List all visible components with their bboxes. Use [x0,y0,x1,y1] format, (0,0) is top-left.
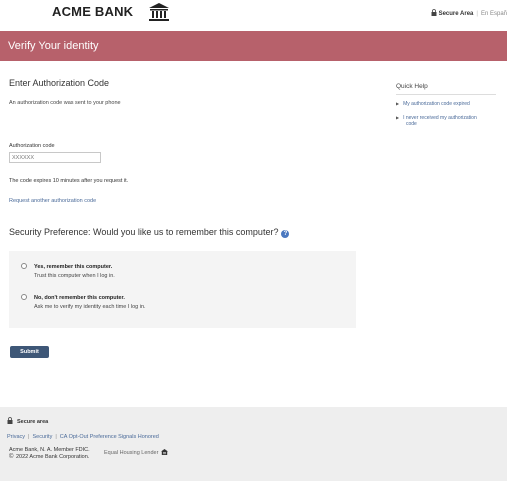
equal-housing-label: Equal Housing Lender [104,450,159,456]
auth-code-label: Authorization code [9,143,55,149]
quick-help-title: Quick Help [396,83,428,90]
triangle-right-icon: ▶ [396,115,400,120]
code-sent-message: An authorization code was sent to your p… [9,100,121,106]
page-banner: Verify Your identity [0,31,507,61]
dont-remember-option-title: No, don't remember this computer. [34,295,125,301]
lock-icon [431,9,437,16]
footer-divider: | [55,434,57,440]
security-preference-question: Security Preference: Would you like us t… [9,227,290,238]
remember-computer-radio[interactable] [21,263,27,269]
header-divider: | [476,11,478,17]
security-question-text: Security Preference: Would you like us t… [9,227,279,237]
help-link-never-received[interactable]: ▶ I never received my authorization code [396,115,477,127]
quick-help-divider [396,94,496,95]
member-fdic-text: Acme Bank, N. A. Member FDIC. [9,447,90,453]
auth-heading: Enter Authorization Code [9,78,110,88]
remember-option-title: Yes, remember this computer. [34,264,113,270]
top-header: ACME BANK Secure Area | En Españ [0,0,507,29]
help-link-label: My authorization code expired [403,101,470,107]
copyright-symbol: © [9,454,14,460]
question-mark-icon[interactable]: ? [281,230,290,238]
help-link-code-expired[interactable]: ▶ My authorization code expired [396,101,470,107]
header-utility: Secure Area | En Españ [431,9,507,17]
footer-links: Privacy | Security | CA Opt-Out Preference S… [7,434,159,440]
remember-option-description: Trust this computer when I log in. [34,273,115,279]
footer-secure-area: Secure area [7,417,48,425]
dont-remember-option-description: Ask me to verify my identity each time I… [34,304,146,310]
security-link[interactable]: Security [32,434,52,440]
lock-icon [7,417,13,424]
footer-divider: | [28,434,30,440]
page-title: Verify Your identity [8,40,99,52]
equal-housing-icon [161,449,169,455]
footer-secure-label: Secure area [17,419,49,425]
code-expiry-note: The code expires 10 minutes after you re… [9,178,129,184]
triangle-right-icon: ▶ [396,101,400,106]
brand-name: ACME BANK [52,4,134,19]
security-preference-options: Yes, remember this computer. Trust this … [9,251,356,328]
submit-button[interactable]: Submit [10,346,49,358]
help-link-label-cont: code [406,121,417,127]
privacy-link[interactable]: Privacy [7,434,25,440]
dont-remember-computer-radio[interactable] [21,294,27,300]
auth-code-input[interactable] [9,152,101,163]
secure-area-label: Secure Area [438,11,474,17]
language-link[interactable]: En Españ [481,11,507,17]
request-new-code-link[interactable]: Request another authorization code [9,198,96,204]
footer-legal: Acme Bank, N. A. Member FDIC. © 2022 Acm… [9,447,90,461]
equal-housing-lender: Equal Housing Lender [104,449,169,456]
ca-opt-out-link[interactable]: CA Opt-Out Preference Signals Honored [60,434,159,440]
bank-building-icon [149,3,169,21]
page-footer: Secure area Privacy | Security | CA Opt-Out … [0,407,507,481]
copyright-text: 2022 Acme Bank Corporation. [15,454,90,460]
